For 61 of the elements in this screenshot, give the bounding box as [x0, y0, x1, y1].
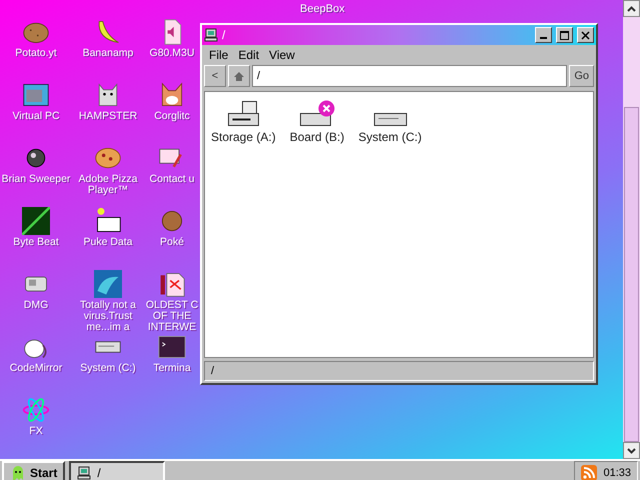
desktop-icon-label[interactable]: OLDEST C OF THE INTERWE — [144, 300, 200, 333]
drive-error-icon — [300, 100, 335, 126]
desktop-icon-label[interactable]: HAMPSTER — [78, 111, 138, 122]
desktop-icon-label[interactable]: BeepBox — [300, 3, 345, 15]
go-button[interactable]: Go — [569, 65, 594, 87]
flag-icon — [94, 207, 122, 235]
drive-label[interactable]: Board (B:) — [290, 130, 344, 144]
desktop-icon-label[interactable]: Potato.yt — [15, 48, 57, 59]
task-button[interactable]: / — [69, 461, 166, 480]
drive-label[interactable]: System (C:) — [358, 130, 422, 144]
desktop-icon-label[interactable]: CodeMirror — [10, 363, 62, 374]
desktop-icon-label[interactable]: Byte Beat — [13, 237, 59, 248]
minimize-button[interactable] — [535, 27, 552, 43]
desktop-icon-label[interactable]: Bananamp — [82, 48, 134, 59]
scrollbar[interactable] — [623, 0, 640, 459]
menu-item[interactable]: View — [265, 47, 299, 63]
desktop-icon-label[interactable]: Puke Data — [83, 237, 133, 248]
address-field[interactable]: / — [252, 65, 568, 87]
atom-icon — [22, 396, 50, 424]
document-icon — [158, 270, 186, 298]
desktop-icon-label[interactable]: Brian Sweeper — [2, 174, 70, 185]
computer-icon — [77, 466, 92, 480]
menu-item[interactable]: File — [205, 47, 232, 63]
back-button[interactable]: < — [204, 65, 226, 87]
computer-icon — [204, 28, 218, 42]
window-title: / — [222, 28, 226, 42]
desktop-icon-label[interactable]: Termina — [153, 363, 191, 374]
close-button[interactable] — [577, 27, 594, 43]
clock: 01:33 — [603, 467, 631, 479]
home-icon — [234, 72, 244, 80]
diagonal-line-icon — [22, 207, 50, 235]
desktop-icon-label[interactable]: System (C:) — [80, 363, 136, 374]
start-button[interactable]: Start — [2, 461, 66, 480]
desktop-icon-label[interactable]: Corglitc — [154, 111, 190, 122]
ghost-icon — [10, 465, 26, 480]
desktop-icon-label[interactable]: Virtual PC — [12, 111, 60, 122]
desktop-icon-label[interactable]: Totally not a virus.Trust me...im a — [73, 300, 143, 333]
desktop-icon-label[interactable]: G80.M3U — [150, 48, 194, 59]
window-icon — [22, 81, 50, 109]
scroll-down-button[interactable] — [623, 442, 640, 459]
menu-item[interactable]: Edit — [234, 47, 264, 63]
maximize-icon — [560, 30, 569, 40]
desktop-icon-label[interactable]: Adobe Pizza Player™ — [73, 174, 143, 196]
chevron-up-icon — [627, 6, 636, 12]
hard-drive-icon — [374, 113, 407, 126]
close-icon — [581, 30, 590, 40]
desktop-icon-label[interactable]: Contact u — [150, 174, 194, 185]
desktop-icon-label[interactable]: FX — [29, 426, 43, 437]
drive-label[interactable]: Storage (A:) — [211, 130, 276, 144]
desktop-icon-label[interactable]: Poké — [160, 237, 184, 248]
scroll-thumb[interactable] — [624, 107, 639, 442]
chevron-down-icon — [627, 448, 636, 454]
desktop-icon-label[interactable]: DMG — [24, 300, 48, 311]
floppy-drive-icon — [228, 101, 259, 126]
scroll-up-button[interactable] — [623, 0, 640, 17]
dolphin-icon — [94, 270, 122, 298]
home-button[interactable] — [228, 65, 250, 87]
rss-icon[interactable] — [581, 465, 598, 480]
terminal-icon — [158, 333, 186, 361]
status-bar: / — [204, 361, 594, 381]
maximize-button[interactable] — [556, 27, 573, 43]
